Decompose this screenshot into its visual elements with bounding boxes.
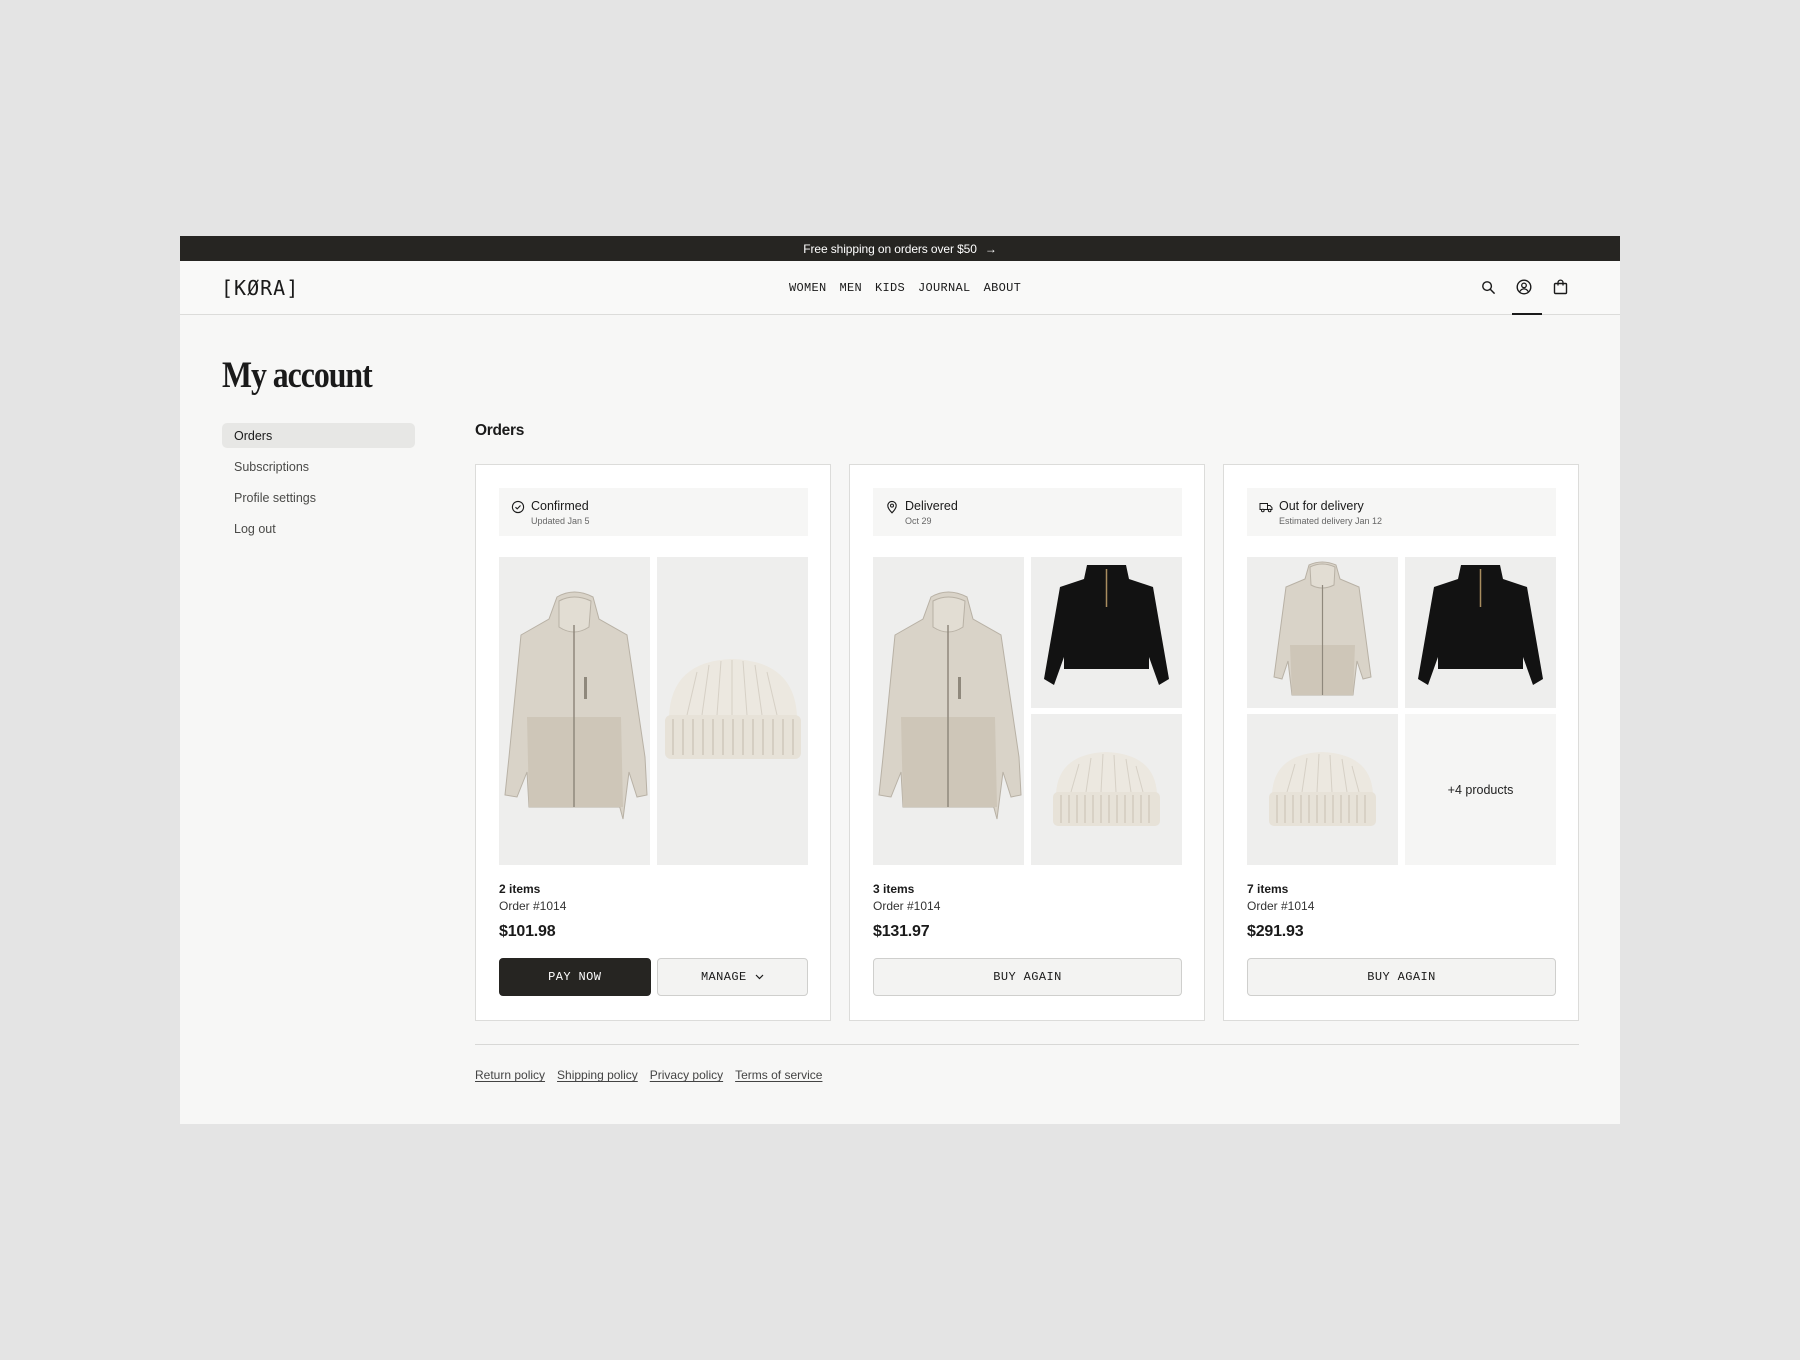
footer-link-privacy-policy[interactable]: Privacy policy bbox=[650, 1068, 723, 1082]
order-actions: BUY AGAIN bbox=[873, 958, 1182, 996]
product-images: +4 products bbox=[1247, 557, 1556, 865]
manage-button[interactable]: MANAGE bbox=[656, 958, 808, 996]
product-images bbox=[873, 557, 1182, 865]
item-count: 7 items bbox=[1247, 882, 1289, 896]
account-icon[interactable] bbox=[1514, 277, 1534, 297]
header-icons bbox=[1478, 277, 1570, 297]
pay-now-label: PAY NOW bbox=[548, 970, 602, 984]
order-total: $131.97 bbox=[873, 923, 930, 940]
pay-now-button[interactable]: PAY NOW bbox=[499, 958, 651, 996]
footer-link-terms-of-service[interactable]: Terms of service bbox=[735, 1068, 822, 1082]
order-card: Confirmed Updated Jan 5 2 items Order #1… bbox=[475, 464, 831, 1021]
nav-kids[interactable]: KIDS bbox=[875, 281, 905, 295]
order-actions: BUY AGAIN bbox=[1247, 958, 1556, 996]
footer-divider bbox=[475, 1044, 1579, 1045]
more-products[interactable]: +4 products bbox=[1405, 714, 1556, 865]
nav-women[interactable]: WOMEN bbox=[789, 281, 827, 295]
sidebar-item-subscriptions[interactable]: Subscriptions bbox=[222, 454, 415, 479]
order-total: $101.98 bbox=[499, 923, 556, 940]
product-image-beanie[interactable] bbox=[1031, 714, 1182, 865]
order-meta: 7 items Order #1014 $291.93 bbox=[1247, 882, 1314, 941]
active-account-indicator bbox=[1512, 313, 1542, 315]
order-total: $291.93 bbox=[1247, 923, 1304, 940]
product-image-sweater[interactable] bbox=[1031, 557, 1182, 708]
arrow-right-icon: → bbox=[984, 241, 997, 256]
status-label: Delivered bbox=[905, 499, 958, 513]
product-image-jacket[interactable] bbox=[499, 557, 650, 865]
sidebar-item-log-out[interactable]: Log out bbox=[222, 516, 415, 541]
logo[interactable]: [KØRA] bbox=[221, 276, 299, 300]
order-card: Out for delivery Estimated delivery Jan … bbox=[1223, 464, 1579, 1021]
order-number: Order #1014 bbox=[1247, 899, 1315, 913]
order-card: Delivered Oct 29 3 items Order #1014 $13… bbox=[849, 464, 1205, 1021]
announcement-text: Free shipping on orders over $50 bbox=[803, 241, 977, 256]
product-images bbox=[499, 557, 808, 865]
bag-icon[interactable] bbox=[1550, 277, 1570, 297]
section-title: Orders bbox=[475, 422, 525, 439]
status-label: Out for delivery bbox=[1279, 499, 1364, 513]
footer-link-return-policy[interactable]: Return policy bbox=[475, 1068, 545, 1082]
check-circle-icon bbox=[511, 500, 525, 514]
order-status: Confirmed Updated Jan 5 bbox=[499, 488, 808, 536]
order-status: Out for delivery Estimated delivery Jan … bbox=[1247, 488, 1556, 536]
order-cards: Confirmed Updated Jan 5 2 items Order #1… bbox=[475, 464, 1579, 1021]
product-image-jacket[interactable] bbox=[873, 557, 1024, 865]
order-number: Order #1014 bbox=[873, 899, 941, 913]
chevron-down-icon bbox=[755, 970, 764, 984]
order-number: Order #1014 bbox=[499, 899, 567, 913]
product-image-jacket[interactable] bbox=[1247, 557, 1398, 708]
status-date: Oct 29 bbox=[905, 516, 932, 526]
announcement-bar[interactable]: Free shipping on orders over $50 → bbox=[180, 236, 1620, 261]
nav-men[interactable]: MEN bbox=[840, 281, 863, 295]
sidebar-item-orders[interactable]: Orders bbox=[222, 423, 415, 448]
main-nav: WOMEN MEN KIDS JOURNAL ABOUT bbox=[789, 281, 1021, 295]
status-label: Confirmed bbox=[531, 499, 589, 513]
page-title: My account bbox=[222, 355, 373, 396]
store-page: Free shipping on orders over $50 → [KØRA… bbox=[180, 236, 1620, 1124]
buy-again-label: BUY AGAIN bbox=[993, 970, 1062, 984]
order-meta: 3 items Order #1014 $131.97 bbox=[873, 882, 940, 941]
buy-again-button[interactable]: BUY AGAIN bbox=[873, 958, 1182, 996]
search-icon[interactable] bbox=[1478, 277, 1498, 297]
order-actions: PAY NOW MANAGE bbox=[499, 958, 808, 996]
account-sidebar: Orders Subscriptions Profile settings Lo… bbox=[222, 423, 415, 547]
product-image-sweater[interactable] bbox=[1405, 557, 1556, 708]
buy-again-label: BUY AGAIN bbox=[1367, 970, 1436, 984]
sidebar-item-profile-settings[interactable]: Profile settings bbox=[222, 485, 415, 510]
product-image-beanie[interactable] bbox=[1247, 714, 1398, 865]
footer-links: Return policy Shipping policy Privacy po… bbox=[475, 1068, 822, 1082]
status-date: Estimated delivery Jan 12 bbox=[1279, 516, 1383, 526]
footer-link-shipping-policy[interactable]: Shipping policy bbox=[557, 1068, 638, 1082]
nav-about[interactable]: ABOUT bbox=[984, 281, 1022, 295]
buy-again-button[interactable]: BUY AGAIN bbox=[1247, 958, 1556, 996]
order-meta: 2 items Order #1014 $101.98 bbox=[499, 882, 566, 941]
item-count: 3 items bbox=[873, 882, 915, 896]
nav-journal[interactable]: JOURNAL bbox=[918, 281, 971, 295]
delivery-truck-icon bbox=[1259, 500, 1273, 514]
item-count: 2 items bbox=[499, 882, 541, 896]
site-header: [KØRA] WOMEN MEN KIDS JOURNAL ABOUT bbox=[180, 261, 1620, 315]
product-image-beanie[interactable] bbox=[657, 557, 808, 865]
order-status: Delivered Oct 29 bbox=[873, 488, 1182, 536]
location-pin-icon bbox=[885, 500, 899, 514]
status-date: Updated Jan 5 bbox=[531, 516, 590, 526]
manage-label: MANAGE bbox=[700, 970, 747, 984]
